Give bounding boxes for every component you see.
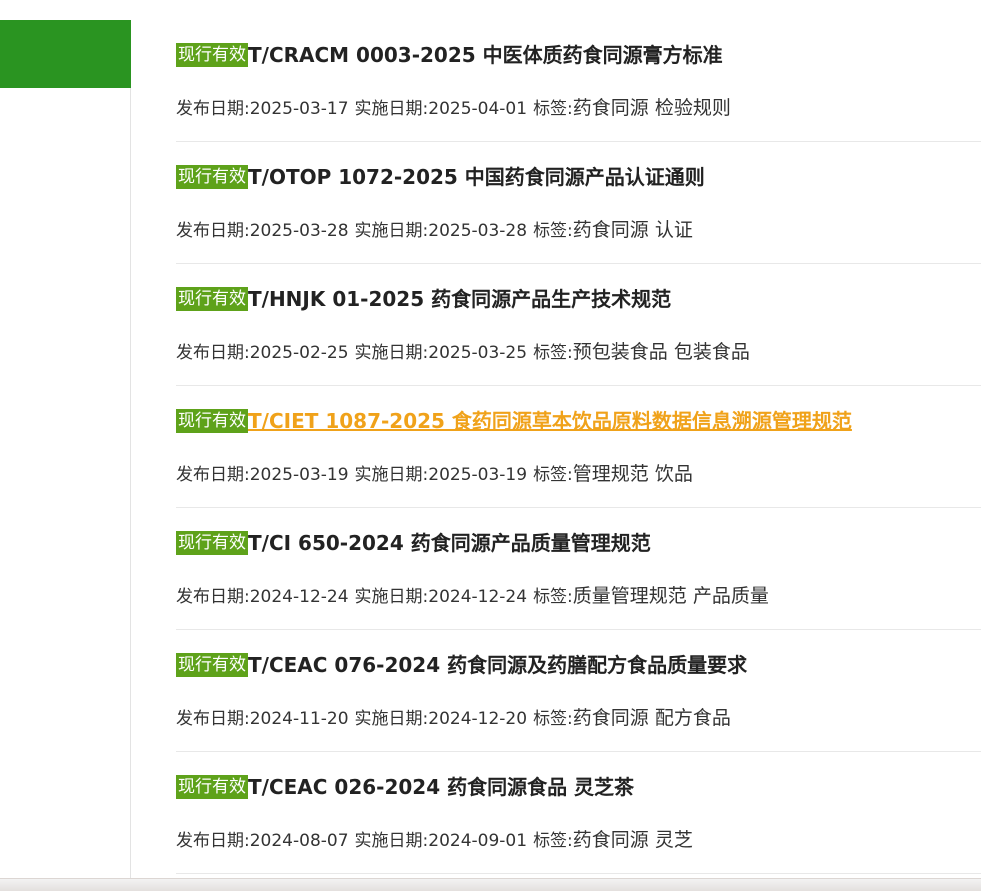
- title-row: 现行有效 T/HNJK 01-2025 药食同源产品生产技术规范: [176, 286, 671, 312]
- publish-date-label: 发布日期:: [176, 343, 250, 363]
- tags: 质量管理规范 产品质量: [572, 585, 769, 607]
- tags: 药食同源 认证: [572, 219, 693, 241]
- meta-row: 发布日期:2025-02-25 实施日期:2025-03-25 标签:预包装食品 包…: [176, 340, 750, 365]
- tags-label: 标签:: [533, 343, 573, 363]
- impl-date: 2024-12-24: [428, 587, 528, 607]
- tags: 管理规范 饮品: [572, 463, 693, 485]
- title-row: 现行有效 T/CRACM 0003-2025 中医体质药食同源膏方标准: [176, 42, 723, 68]
- publish-date: 2025-03-17: [249, 99, 349, 119]
- meta-row: 发布日期:2025-03-28 实施日期:2025-03-28 标签:药食同源 认证: [176, 218, 693, 243]
- list-item: 现行有效 T/HNJK 01-2025 药食同源产品生产技术规范 发布日期:20…: [176, 264, 981, 386]
- publish-date: 2024-08-07: [249, 831, 349, 851]
- sidebar-divider: [130, 88, 131, 878]
- standard-title-link[interactable]: T/CRACM 0003-2025 中医体质药食同源膏方标准: [248, 42, 723, 68]
- publish-date: 2025-03-19: [249, 465, 349, 485]
- sidebar-active-tab[interactable]: [0, 20, 131, 88]
- impl-date: 2025-03-28: [428, 221, 528, 241]
- tags-label: 标签:: [533, 831, 573, 851]
- tags: 药食同源 配方食品: [572, 707, 731, 729]
- publish-date-label: 发布日期:: [176, 831, 250, 851]
- publish-date: 2024-12-24: [249, 587, 349, 607]
- meta-row: 发布日期:2025-03-19 实施日期:2025-03-19 标签:管理规范 饮品: [176, 462, 693, 487]
- tags: 药食同源 检验规则: [572, 97, 731, 119]
- impl-date: 2025-03-25: [428, 343, 528, 363]
- list-item: 现行有效 T/CEAC 026-2024 药食同源食品 灵芝茶 发布日期:202…: [176, 752, 981, 874]
- tags-label: 标签:: [533, 465, 573, 485]
- standard-title-link[interactable]: T/CEAC 026-2024 药食同源食品 灵芝茶: [248, 774, 634, 800]
- impl-date: 2025-04-01: [428, 99, 528, 119]
- meta-row: 发布日期:2025-03-17 实施日期:2025-04-01 标签:药食同源 检验…: [176, 96, 731, 121]
- title-row: 现行有效 T/CEAC 026-2024 药食同源食品 灵芝茶: [176, 774, 634, 800]
- tags-label: 标签:: [533, 99, 573, 119]
- title-row: 现行有效 T/OTOP 1072-2025 中国药食同源产品认证通则: [176, 164, 705, 190]
- impl-date-label: 实施日期:: [354, 709, 429, 729]
- tags-label: 标签:: [533, 709, 573, 729]
- title-row: 现行有效 T/CIET 1087-2025 食药同源草本饮品原料数据信息溯源管理…: [176, 408, 852, 434]
- publish-date-label: 发布日期:: [176, 587, 250, 607]
- title-row: 现行有效 T/CI 650-2024 药食同源产品质量管理规范: [176, 530, 651, 556]
- status-badge: 现行有效: [176, 43, 248, 67]
- status-badge: 现行有效: [176, 653, 248, 677]
- standards-list: 现行有效 T/CRACM 0003-2025 中医体质药食同源膏方标准 发布日期…: [176, 20, 981, 874]
- impl-date-label: 实施日期:: [354, 587, 429, 607]
- standard-title-link[interactable]: T/OTOP 1072-2025 中国药食同源产品认证通则: [248, 164, 705, 190]
- publish-date-label: 发布日期:: [176, 465, 250, 485]
- title-row: 现行有效 T/CEAC 076-2024 药食同源及药膳配方食品质量要求: [176, 652, 747, 678]
- publish-date: 2025-02-25: [249, 343, 349, 363]
- impl-date-label: 实施日期:: [354, 99, 429, 119]
- tags-label: 标签:: [533, 221, 573, 241]
- publish-date: 2024-11-20: [249, 709, 349, 729]
- impl-date: 2024-12-20: [428, 709, 528, 729]
- publish-date-label: 发布日期:: [176, 99, 250, 119]
- status-badge: 现行有效: [176, 287, 248, 311]
- publish-date-label: 发布日期:: [176, 221, 250, 241]
- publish-date: 2025-03-28: [249, 221, 349, 241]
- impl-date-label: 实施日期:: [354, 465, 429, 485]
- standard-title-link-hovered[interactable]: T/CIET 1087-2025 食药同源草本饮品原料数据信息溯源管理规范: [248, 408, 852, 434]
- impl-date-label: 实施日期:: [354, 831, 429, 851]
- meta-row: 发布日期:2024-12-24 实施日期:2024-12-24 标签:质量管理规范 …: [176, 584, 769, 609]
- impl-date: 2024-09-01: [428, 831, 528, 851]
- list-item: 现行有效 T/CIET 1087-2025 食药同源草本饮品原料数据信息溯源管理…: [176, 386, 981, 508]
- page: 现行有效 T/CRACM 0003-2025 中医体质药食同源膏方标准 发布日期…: [0, 0, 981, 891]
- publish-date-label: 发布日期:: [176, 709, 250, 729]
- standard-title-link[interactable]: T/CI 650-2024 药食同源产品质量管理规范: [248, 530, 651, 556]
- status-badge: 现行有效: [176, 531, 248, 555]
- tags: 预包装食品 包装食品: [572, 341, 750, 363]
- meta-row: 发布日期:2024-11-20 实施日期:2024-12-20 标签:药食同源 配方…: [176, 706, 731, 731]
- impl-date-label: 实施日期:: [354, 221, 429, 241]
- status-badge: 现行有效: [176, 409, 248, 433]
- meta-row: 发布日期:2024-08-07 实施日期:2024-09-01 标签:药食同源 灵芝: [176, 828, 693, 853]
- list-item: 现行有效 T/CI 650-2024 药食同源产品质量管理规范 发布日期:202…: [176, 508, 981, 630]
- impl-date: 2025-03-19: [428, 465, 528, 485]
- status-badge: 现行有效: [176, 165, 248, 189]
- tags-label: 标签:: [533, 587, 573, 607]
- impl-date-label: 实施日期:: [354, 343, 429, 363]
- bottom-edge-bar: [0, 878, 981, 891]
- tags: 药食同源 灵芝: [572, 829, 693, 851]
- list-item: 现行有效 T/CEAC 076-2024 药食同源及药膳配方食品质量要求 发布日…: [176, 630, 981, 752]
- standard-title-link[interactable]: T/HNJK 01-2025 药食同源产品生产技术规范: [248, 286, 671, 312]
- list-item: 现行有效 T/OTOP 1072-2025 中国药食同源产品认证通则 发布日期:…: [176, 142, 981, 264]
- status-badge: 现行有效: [176, 775, 248, 799]
- list-item: 现行有效 T/CRACM 0003-2025 中医体质药食同源膏方标准 发布日期…: [176, 20, 981, 142]
- standard-title-link[interactable]: T/CEAC 076-2024 药食同源及药膳配方食品质量要求: [248, 652, 747, 678]
